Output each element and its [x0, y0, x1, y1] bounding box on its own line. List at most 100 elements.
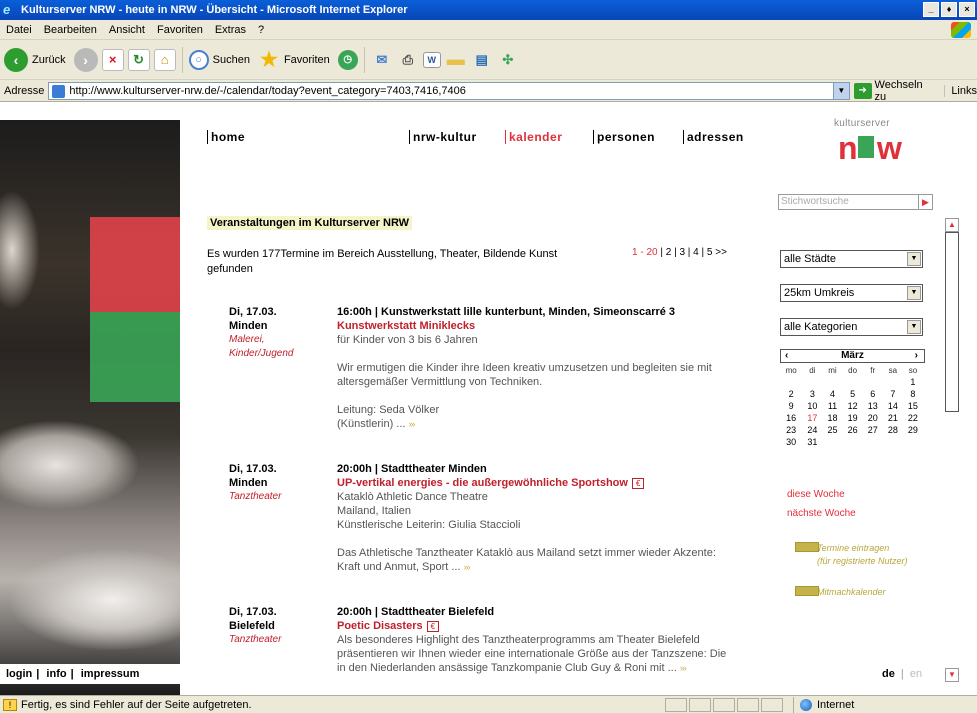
- calendar-day[interactable]: 25: [822, 424, 842, 436]
- calendar-day[interactable]: 15: [903, 400, 923, 412]
- menu-favoriten[interactable]: Favoriten: [151, 24, 209, 36]
- calendar-day[interactable]: 10: [802, 400, 822, 412]
- menu-extras[interactable]: Extras: [209, 24, 252, 36]
- calendar-day[interactable]: [802, 376, 822, 388]
- back-button-label[interactable]: Zurück: [32, 54, 66, 66]
- forward-arrow-icon[interactable]: ›: [73, 47, 98, 72]
- calendar-day[interactable]: 29: [903, 424, 923, 436]
- content-scrollbar[interactable]: [945, 232, 959, 412]
- calendar-day[interactable]: [863, 376, 883, 388]
- login-link[interactable]: login: [6, 668, 32, 680]
- nav-home[interactable]: home: [207, 130, 245, 144]
- nav-adressen[interactable]: adressen: [683, 130, 744, 144]
- chevron-down-icon[interactable]: ▼: [907, 252, 921, 266]
- calendar-day[interactable]: 30: [780, 436, 802, 448]
- event-title-link[interactable]: UP-vertikal energies - die außergewöhnli…: [337, 477, 628, 489]
- more-link[interactable]: ›››: [680, 663, 687, 673]
- calendar-day[interactable]: 2: [780, 388, 802, 400]
- menu-datei[interactable]: Datei: [0, 24, 38, 36]
- calendar-day[interactable]: 7: [883, 388, 903, 400]
- calendar-prev-button[interactable]: ‹: [785, 350, 788, 362]
- favorites-button-label[interactable]: Favoriten: [284, 54, 330, 66]
- calendar-day[interactable]: 13: [863, 400, 883, 412]
- calendar-day[interactable]: [843, 436, 863, 448]
- calendar-day[interactable]: 20: [863, 412, 883, 424]
- event-title-link[interactable]: Kunstwerkstatt Miniklecks: [337, 319, 727, 333]
- address-input[interactable]: http://www.kulturserver-nrw.de/-/calenda…: [48, 81, 850, 100]
- nav-personen[interactable]: personen: [593, 130, 655, 144]
- calendar-day[interactable]: [883, 436, 903, 448]
- chevron-down-icon[interactable]: ▼: [907, 286, 921, 300]
- scroll-down-icon[interactable]: ▼: [945, 668, 959, 682]
- history-icon[interactable]: ◷: [337, 49, 358, 70]
- calendar-day[interactable]: 4: [822, 388, 842, 400]
- go-button[interactable]: Wechseln zu: [875, 79, 937, 103]
- refresh-icon[interactable]: ↻: [127, 48, 150, 71]
- go-arrow-icon[interactable]: ➜: [853, 82, 872, 99]
- calendar-day[interactable]: 12: [843, 400, 863, 412]
- calendar-day[interactable]: [903, 436, 923, 448]
- address-url[interactable]: http://www.kulturserver-nrw.de/-/calenda…: [69, 85, 466, 97]
- calendar-day[interactable]: 14: [883, 400, 903, 412]
- calendar-day[interactable]: 6: [863, 388, 883, 400]
- mail-icon[interactable]: ✉: [371, 49, 393, 71]
- kulturserver-nrw-logo[interactable]: kulturserver n w: [832, 118, 912, 174]
- calendar-day[interactable]: 26: [843, 424, 863, 436]
- calendar-day[interactable]: 27: [863, 424, 883, 436]
- mitmach-link[interactable]: Mitmachkalender: [795, 586, 886, 599]
- next-week-link[interactable]: nächste Woche: [787, 508, 856, 519]
- pager-current[interactable]: 1 - 20: [632, 247, 658, 258]
- calendar-day[interactable]: [822, 376, 842, 388]
- close-button[interactable]: ×: [959, 2, 975, 17]
- menu-ansicht[interactable]: Ansicht: [103, 24, 151, 36]
- print-icon[interactable]: ⎙: [397, 49, 419, 71]
- address-dropdown-icon[interactable]: ▼: [832, 82, 849, 99]
- back-arrow-icon[interactable]: ‹: [4, 47, 28, 72]
- calendar-day[interactable]: 3: [802, 388, 822, 400]
- maximize-button[interactable]: ♦: [941, 2, 957, 17]
- nav-kalender[interactable]: kalender: [505, 130, 562, 144]
- stop-icon[interactable]: ×: [101, 48, 124, 71]
- calendar-next-button[interactable]: ›: [915, 350, 918, 362]
- warning-icon[interactable]: !: [3, 698, 17, 711]
- calendar-day[interactable]: 23: [780, 424, 802, 436]
- ticket-euro-icon[interactable]: €: [426, 621, 440, 632]
- calendar-day[interactable]: [843, 376, 863, 388]
- category-select[interactable]: alle Kategorien ▼: [780, 318, 923, 336]
- menu-bearbeiten[interactable]: Bearbeiten: [38, 24, 103, 36]
- calendar-day[interactable]: 31: [802, 436, 822, 448]
- info-link[interactable]: info: [46, 668, 66, 680]
- edit-word-icon[interactable]: W: [422, 51, 441, 68]
- event-title-link[interactable]: Poetic Disasters: [337, 620, 423, 632]
- event-category[interactable]: Tanztheater: [229, 490, 329, 504]
- pager-pages[interactable]: | 2 | 3 | 4 | 5 >>: [660, 247, 727, 258]
- calendar-day[interactable]: [863, 436, 883, 448]
- chevron-down-icon[interactable]: ▼: [907, 320, 921, 334]
- ticket-euro-icon[interactable]: €: [631, 478, 645, 489]
- calendar-day[interactable]: 19: [843, 412, 863, 424]
- more-link[interactable]: ›››: [409, 419, 416, 429]
- scroll-up-icon[interactable]: ▲: [945, 218, 959, 232]
- search-icon[interactable]: ○: [188, 49, 209, 70]
- event-category[interactable]: Tanztheater: [229, 633, 329, 647]
- impressum-link[interactable]: impressum: [81, 668, 140, 680]
- calendar-day[interactable]: 16: [780, 412, 802, 424]
- search-go-icon[interactable]: ▶: [918, 195, 932, 209]
- links-button[interactable]: Links: [944, 84, 977, 97]
- calendar-day[interactable]: 28: [883, 424, 903, 436]
- this-week-link[interactable]: diese Woche: [787, 489, 845, 500]
- research-icon[interactable]: ▤: [471, 49, 493, 71]
- folder-icon[interactable]: ▬: [445, 49, 467, 71]
- lang-de[interactable]: de: [882, 668, 895, 680]
- menu-help[interactable]: ?: [252, 24, 270, 36]
- calendar-day-today[interactable]: 17: [802, 412, 822, 424]
- calendar-day[interactable]: 9: [780, 400, 802, 412]
- calendar-day[interactable]: [822, 436, 842, 448]
- calendar-day[interactable]: [883, 376, 903, 388]
- calendar-day[interactable]: 21: [883, 412, 903, 424]
- calendar-day[interactable]: 8: [903, 388, 923, 400]
- favorites-star-icon[interactable]: ★: [258, 49, 280, 71]
- radius-select[interactable]: 25km Umkreis ▼: [780, 284, 923, 302]
- calendar-day[interactable]: 1: [903, 376, 923, 388]
- add-event-link[interactable]: Termine eintragen (für registrierte Nutz…: [795, 542, 908, 568]
